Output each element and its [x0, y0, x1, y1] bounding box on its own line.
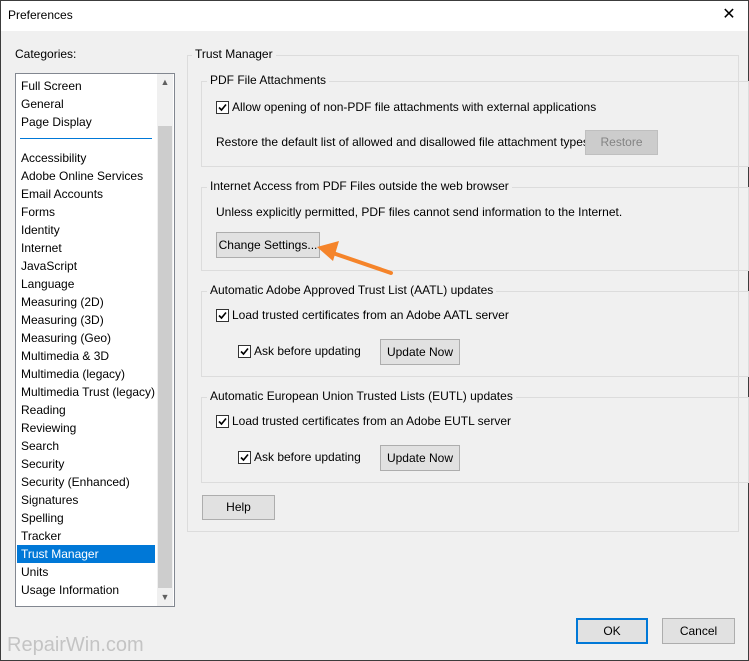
category-item[interactable]: Security — [17, 455, 155, 473]
aatl-load-checkbox[interactable] — [216, 309, 229, 322]
category-item[interactable]: Multimedia (legacy) — [17, 365, 155, 383]
category-item[interactable]: Accessibility — [17, 149, 155, 167]
pdf-attachments-group — [201, 81, 749, 167]
categories-label: Categories: — [15, 47, 77, 61]
check-icon — [240, 347, 249, 356]
trust-manager-title: Trust Manager — [192, 47, 276, 61]
internet-access-description: Unless explicitly permitted, PDF files c… — [216, 205, 623, 219]
eutl-ask-label[interactable]: Ask before updating — [254, 450, 361, 464]
watermark: RepairWin.com — [7, 634, 144, 656]
check-icon — [218, 103, 227, 112]
aatl-group — [201, 291, 749, 377]
category-item[interactable]: Spelling — [17, 509, 155, 527]
category-item[interactable]: Search — [17, 437, 155, 455]
scroll-thumb[interactable] — [158, 126, 172, 588]
check-icon — [218, 417, 227, 426]
eutl-load-label[interactable]: Load trusted certificates from an Adobe … — [232, 414, 511, 428]
pdf-attachments-title: PDF File Attachments — [207, 73, 330, 87]
categories-scrollbar[interactable]: ▲ ▼ — [157, 74, 173, 606]
preferences-dialog: Preferences ✕ Categories: Full Screen Gen… — [0, 0, 749, 661]
scroll-down-icon[interactable]: ▼ — [157, 589, 173, 606]
change-settings-button[interactable]: Change Settings... — [216, 232, 320, 258]
ok-button[interactable]: OK — [576, 618, 648, 644]
aatl-ask-checkbox[interactable] — [238, 345, 251, 358]
category-separator — [20, 138, 152, 139]
category-item[interactable]: Adobe Online Services — [17, 167, 155, 185]
allow-attachments-label[interactable]: Allow opening of non-PDF file attachment… — [232, 100, 596, 114]
category-item[interactable]: Reviewing — [17, 419, 155, 437]
category-item[interactable]: Measuring (Geo) — [17, 329, 155, 347]
aatl-ask-label[interactable]: Ask before updating — [254, 344, 361, 358]
category-item[interactable]: Usage Information — [17, 581, 155, 599]
aatl-title: Automatic Adobe Approved Trust List (AAT… — [207, 283, 497, 297]
cancel-button[interactable]: Cancel — [662, 618, 735, 644]
category-item[interactable]: Multimedia Trust (legacy) — [17, 383, 155, 401]
check-icon — [218, 311, 227, 320]
help-button[interactable]: Help — [202, 495, 275, 520]
category-item[interactable]: Measuring (2D) — [17, 293, 155, 311]
restore-button[interactable]: Restore — [585, 130, 658, 155]
internet-access-group — [201, 187, 749, 271]
categories-list[interactable]: Full Screen General Page Display Accessibil… — [15, 73, 175, 607]
category-item[interactable]: Security (Enhanced) — [17, 473, 155, 491]
internet-access-title: Internet Access from PDF Files outside t… — [207, 179, 512, 193]
orange-arrow-icon — [317, 241, 393, 275]
category-item[interactable]: General — [17, 95, 155, 113]
aatl-load-label[interactable]: Load trusted certificates from an Adobe … — [232, 308, 509, 322]
category-item[interactable]: Signatures — [17, 491, 155, 509]
category-item[interactable]: Page Display — [17, 113, 155, 131]
eutl-ask-checkbox[interactable] — [238, 451, 251, 464]
category-item[interactable]: Email Accounts — [17, 185, 155, 203]
category-item[interactable]: JavaScript — [17, 257, 155, 275]
category-item[interactable]: Units — [17, 563, 155, 581]
allow-attachments-checkbox[interactable] — [216, 101, 229, 114]
category-item[interactable]: Identity — [17, 221, 155, 239]
category-item[interactable]: Trust Manager — [17, 545, 155, 563]
category-item[interactable]: Language — [17, 275, 155, 293]
eutl-group — [201, 397, 749, 483]
category-item[interactable]: Full Screen — [17, 77, 155, 95]
category-item[interactable]: Reading — [17, 401, 155, 419]
close-icon[interactable]: ✕ — [718, 5, 740, 25]
restore-description: Restore the default list of allowed and … — [216, 135, 593, 149]
category-item[interactable]: Tracker — [17, 527, 155, 545]
category-item[interactable]: Internet — [17, 239, 155, 257]
title-bar: Preferences ✕ — [1, 1, 748, 31]
eutl-title: Automatic European Union Trusted Lists (… — [207, 389, 516, 403]
aatl-update-now-button[interactable]: Update Now — [380, 339, 460, 365]
category-item[interactable]: Measuring (3D) — [17, 311, 155, 329]
category-item[interactable]: Multimedia & 3D — [17, 347, 155, 365]
scroll-up-icon[interactable]: ▲ — [157, 74, 173, 91]
eutl-load-checkbox[interactable] — [216, 415, 229, 428]
window-title: Preferences — [8, 8, 73, 22]
eutl-update-now-button[interactable]: Update Now — [380, 445, 460, 471]
check-icon — [240, 453, 249, 462]
category-item[interactable]: Forms — [17, 203, 155, 221]
